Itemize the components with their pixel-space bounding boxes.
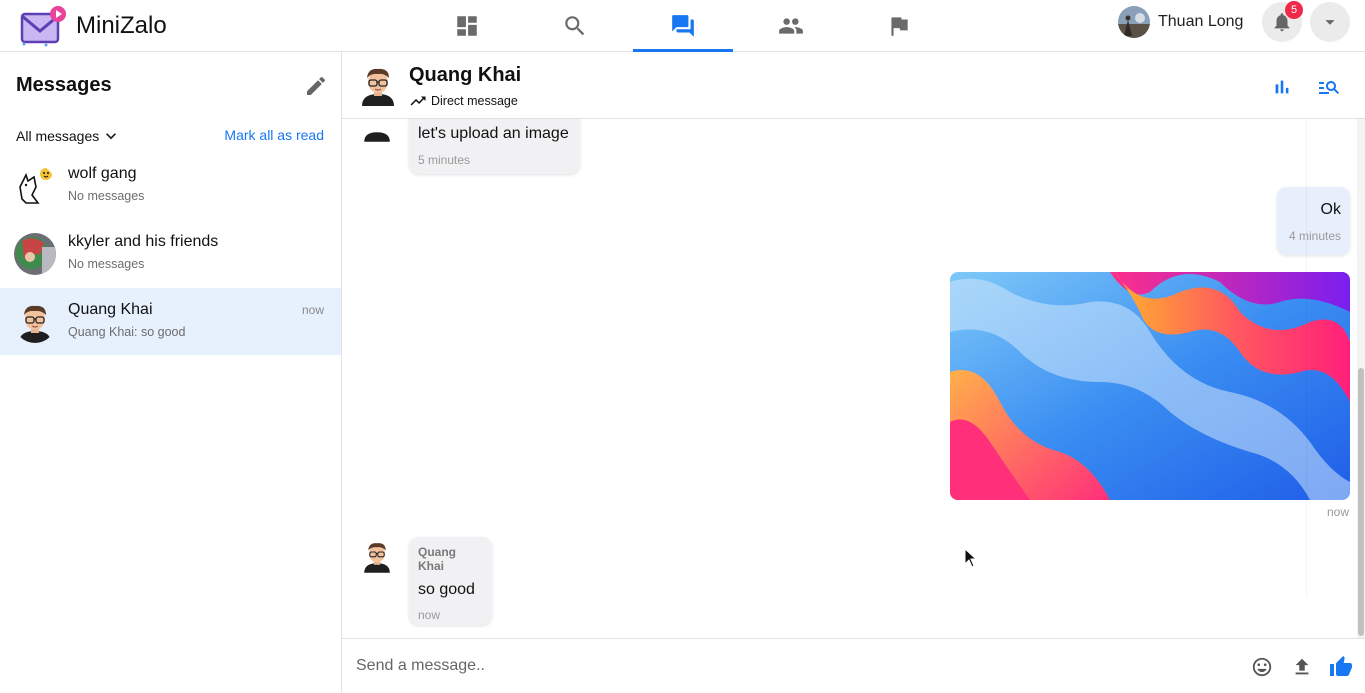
scrollbar-thumb[interactable] [1358,368,1364,636]
notifications-button[interactable]: 5 [1262,1,1303,42]
divider [1306,52,1307,597]
caret-down-icon [1325,20,1335,25]
image-time: now [1326,505,1349,519]
app-name: MiniZalo [76,12,167,39]
message-sender: Quang Khai [418,545,456,573]
manage-search-icon [1319,81,1339,94]
message-input[interactable] [356,649,1216,683]
message-text: so good [418,581,475,598]
search-in-chat-button[interactable] [1316,74,1342,100]
filter-label: All messages [16,128,100,144]
sender-avatar [364,132,390,142]
message-bubble: let's upload an image 5 minutes [409,119,580,174]
conversation-preview: Quang Khai: so good [68,325,186,339]
flag-icon [891,17,908,36]
message-bubble-mine: Ok 4 minutes [1277,187,1350,255]
upload-button[interactable] [1290,655,1314,679]
chat-title: Quang Khai [409,64,522,86]
forum-icon [672,15,694,37]
search-icon [565,16,585,36]
dashboard-icon [457,16,477,36]
message-bubble: Quang Khai so good now [409,537,492,625]
message-text: let's upload an image [418,125,569,142]
chat-type: Direct message [409,92,518,110]
kkyler-avatar [14,233,56,275]
app-root: MiniZalo Thuan Long 5 Messages All messa… [0,0,1365,693]
wolf-gang-avatar [14,165,56,207]
mouse-cursor-icon [964,548,978,568]
new-message-button[interactable] [304,74,328,98]
account-menu-button[interactable] [1310,2,1350,42]
like-button[interactable] [1329,655,1353,679]
message-scrollbar[interactable] [1357,119,1365,638]
message-time: now [418,608,441,622]
app-logo-icon [20,6,66,47]
tab-friends[interactable] [741,0,841,52]
top-bar: MiniZalo Thuan Long 5 [0,0,1365,52]
message-time: 4 minutes [1288,229,1341,243]
quang-khai-avatar [14,301,56,343]
conversation-sidebar: Messages All messages Mark all as read w… [0,52,342,693]
conversation-item-wolf-gang[interactable]: wolf gang No messages [0,152,341,219]
sidebar-title: Messages [16,74,112,96]
conversation-preview: No messages [68,257,145,271]
chevron-down-icon [106,133,117,140]
tab-dashboard[interactable] [417,0,517,52]
pencil-icon [307,76,326,95]
conversation-item-quang-khai[interactable]: Quang Khai Quang Khai: so good now [0,288,341,355]
message-text: Ok [1320,201,1341,218]
message-image[interactable] [950,272,1350,500]
tab-reports[interactable] [849,0,949,52]
conversation-name: Quang Khai [68,301,153,318]
thumbs-up-icon [1330,656,1352,676]
message-composer [342,638,1365,693]
brand[interactable]: MiniZalo [16,4,167,48]
user-avatar [1118,6,1150,38]
bar-chart-icon [1275,80,1289,94]
conversation-name: wolf gang [68,165,137,182]
conversation-item-kkyler[interactable]: kkyler and his friends No messages [0,220,341,287]
conversation-name: kkyler and his friends [68,233,219,250]
sender-avatar [364,543,390,573]
conversation-time: now [301,303,324,317]
people-icon [779,18,803,34]
notification-badge: 5 [1285,1,1303,19]
emoji-icon [1252,657,1272,677]
tab-search[interactable] [525,0,625,52]
tab-messages[interactable] [633,0,733,52]
conversation-preview: No messages [68,189,145,203]
chat-panel: let's upload an image 5 minutes Ok 4 min… [342,52,1365,693]
user-name: Thuan Long [1158,13,1244,30]
chat-stats-button[interactable] [1269,74,1295,100]
message-time: 5 minutes [418,153,471,167]
emoji-button[interactable] [1250,655,1274,679]
chat-header: Quang Khai Direct message [342,52,1365,119]
abstract-wave-image [950,272,1350,500]
mark-all-read-link[interactable]: Mark all as read [224,127,324,143]
chat-partner-avatar [362,68,394,106]
user-profile[interactable]: Thuan Long [1118,5,1243,39]
upload-icon [1295,658,1309,675]
chat-type-label: Direct message [431,94,518,108]
message-list[interactable]: let's upload an image 5 minutes Ok 4 min… [342,119,1365,638]
trending-up-icon [410,96,426,106]
message-filter-dropdown[interactable]: All messages [16,126,121,146]
